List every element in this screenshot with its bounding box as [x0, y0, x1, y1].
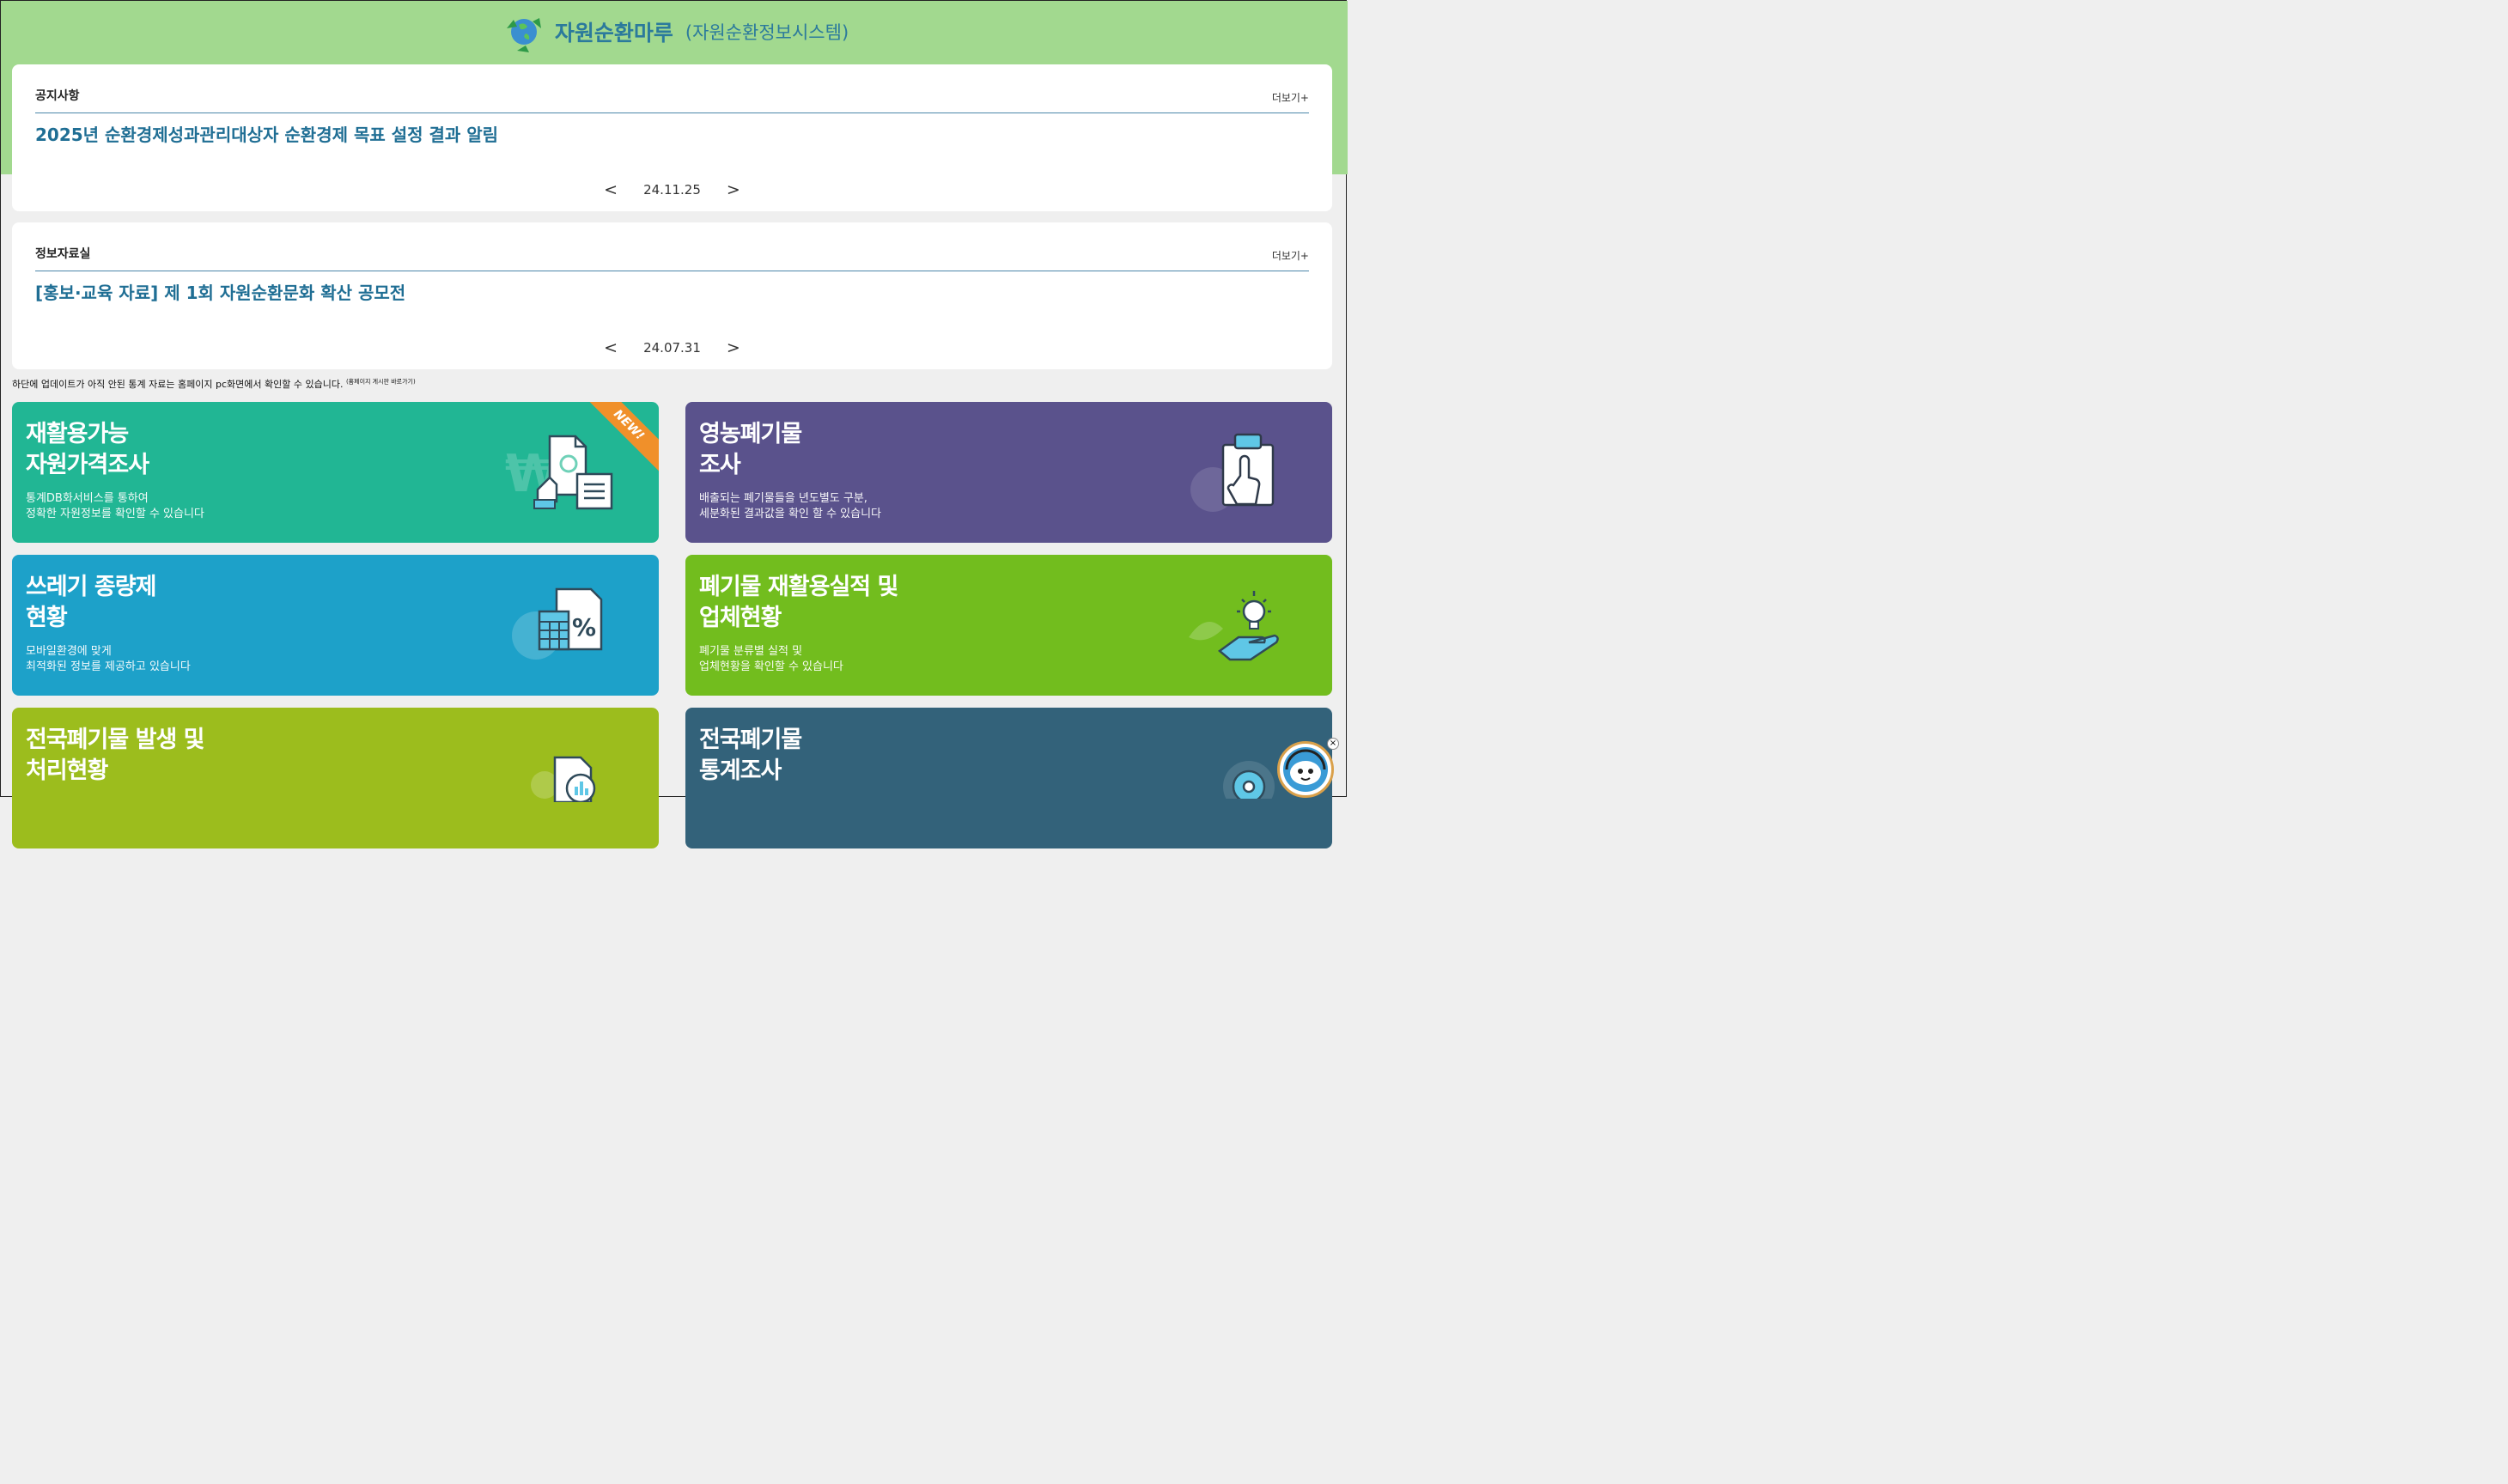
info-next-button[interactable]: >	[727, 338, 740, 357]
card-desc-line1: 모바일환경에 맞게	[26, 645, 112, 658]
notice-panel: 공지사항 더보기+ 2025년 순환경제성과관리대상자 순환경제 목표 설정 결…	[12, 64, 1332, 211]
calculator-percent-icon: %	[512, 587, 603, 660]
info-pager: < 24.07.31 >	[12, 338, 1332, 357]
info-date: 24.07.31	[643, 340, 701, 356]
card-national-waste-statistics[interactable]: 전국폐기물 통계조사	[685, 708, 1332, 848]
site-title: 자원순환마루	[554, 21, 673, 46]
card-desc-line2: 업체현황을 확인할 수 있습니다	[699, 660, 843, 673]
info-more-link[interactable]: 더보기+	[1272, 248, 1309, 263]
hand-bulb-icon	[1189, 591, 1279, 661]
card-title: 폐기물 재활용실적 및 업체현황	[699, 572, 898, 634]
card-title-line2: 조사	[699, 452, 741, 478]
card-title-line1: 전국폐기물	[699, 727, 802, 753]
recycle-globe-icon	[506, 18, 541, 52]
card-title-line1: 전국폐기물 발생 및	[26, 727, 205, 753]
card-title-line2: 업체현황	[699, 605, 782, 631]
card-desc: 통계DB화서비스를 통하여 정확한 자원정보를 확인할 수 있습니다	[26, 491, 204, 522]
document-price-icon: ₩	[505, 435, 613, 510]
card-desc-line1: 배출되는 폐기물들을 년도별도 구분,	[699, 492, 867, 505]
card-title-line1: 영농폐기물	[699, 421, 802, 447]
site-subtitle: (자원순환정보시스템)	[685, 22, 849, 43]
card-desc: 배출되는 폐기물들을 년도별도 구분, 세분화된 결과값을 확인 할 수 있습니…	[699, 491, 881, 522]
card-desc-line1: 통계DB화서비스를 통하여	[26, 492, 149, 505]
card-desc-line1: 폐기물 분류별 실적 및	[699, 645, 803, 658]
card-title-line2: 현황	[26, 605, 68, 631]
site-logo[interactable]: 자원순환마루 (자원순환정보시스템)	[500, 8, 849, 56]
notice-date: 24.11.25	[643, 182, 701, 198]
notice-panel-title: 공지사항	[35, 89, 80, 103]
card-recyclable-price[interactable]: 재활용가능 자원가격조사 통계DB화서비스를 통하여 정확한 자원정보를 확인할…	[12, 402, 659, 543]
card-title-line1: 재활용가능	[26, 421, 129, 447]
update-notice: 하단에 업데이트가 아직 안된 통계 자료는 홈페이지 pc화면에서 확인할 수…	[12, 377, 416, 391]
card-title-line2: 자원가격조사	[26, 452, 149, 478]
notice-prev-button[interactable]: <	[604, 180, 618, 199]
card-desc-line2: 세분화된 결과값을 확인 할 수 있습니다	[699, 508, 882, 520]
notice-next-button[interactable]: >	[727, 180, 740, 199]
notice-headline-link[interactable]: 2025년 순환경제성과관리대상자 순환경제 목표 설정 결과 알림	[35, 121, 498, 146]
card-title: 전국폐기물 통계조사	[699, 725, 802, 787]
card-desc-line2: 최적화된 정보를 제공하고 있습니다	[26, 660, 191, 673]
disc-icon	[1223, 761, 1275, 799]
chatbot-avatar-icon	[1283, 747, 1328, 792]
info-panel-title: 정보자료실	[35, 247, 91, 261]
card-title-line1: 쓰레기 종량제	[26, 574, 156, 600]
site-header: 자원순환마루 (자원순환정보시스템)	[1, 1, 1348, 63]
card-volume-based-fee[interactable]: 쓰레기 종량제 현황 모바일환경에 맞게 최적화된 정보를 제공하고 있습니다 …	[12, 555, 659, 696]
notice-pager: < 24.11.25 >	[12, 180, 1332, 199]
card-recycling-performance[interactable]: 폐기물 재활용실적 및 업체현황 폐기물 분류별 실적 및 업체현황을 확인할 …	[685, 555, 1332, 696]
board-shortcut-link[interactable]: (홈페이지 게시판 바로가기)	[346, 378, 416, 385]
update-notice-text: 하단에 업데이트가 아직 안된 통계 자료는 홈페이지 pc화면에서 확인할 수…	[12, 379, 344, 390]
clipboard-touch-icon	[1190, 433, 1275, 512]
svg-text:%: %	[572, 613, 596, 642]
card-title-line2: 처리현황	[26, 757, 108, 784]
card-desc-line2: 정확한 자원정보를 확인할 수 있습니다	[26, 508, 204, 520]
card-title-line1: 폐기물 재활용실적 및	[699, 574, 898, 600]
card-desc: 모바일환경에 맞게 최적화된 정보를 제공하고 있습니다	[26, 644, 191, 675]
card-title: 쓰레기 종량제 현황	[26, 572, 156, 634]
info-prev-button[interactable]: <	[604, 338, 618, 357]
card-title: 재활용가능 자원가격조사	[26, 419, 149, 481]
card-title: 영농폐기물 조사	[699, 419, 802, 481]
chatbot-close-button[interactable]: ×	[1327, 738, 1339, 750]
notice-more-link[interactable]: 더보기+	[1272, 90, 1309, 105]
card-national-waste-generation[interactable]: 전국폐기물 발생 및 처리현황	[12, 708, 659, 848]
card-title: 전국폐기물 발생 및 처리현황	[26, 725, 205, 787]
chart-document-icon	[531, 756, 596, 802]
card-desc: 폐기물 분류별 실적 및 업체현황을 확인할 수 있습니다	[699, 644, 843, 675]
info-headline-link[interactable]: [홍보·교육 자료] 제 1회 자원순환문화 확산 공모전	[35, 279, 405, 304]
chatbot-button[interactable]	[1277, 741, 1334, 798]
info-panel: 정보자료실 더보기+ [홍보·교육 자료] 제 1회 자원순환문화 확산 공모전…	[12, 222, 1332, 369]
card-agricultural-waste[interactable]: 영농폐기물 조사 배출되는 폐기물들을 년도별도 구분, 세분화된 결과값을 확…	[685, 402, 1332, 543]
card-title-line2: 통계조사	[699, 757, 782, 784]
